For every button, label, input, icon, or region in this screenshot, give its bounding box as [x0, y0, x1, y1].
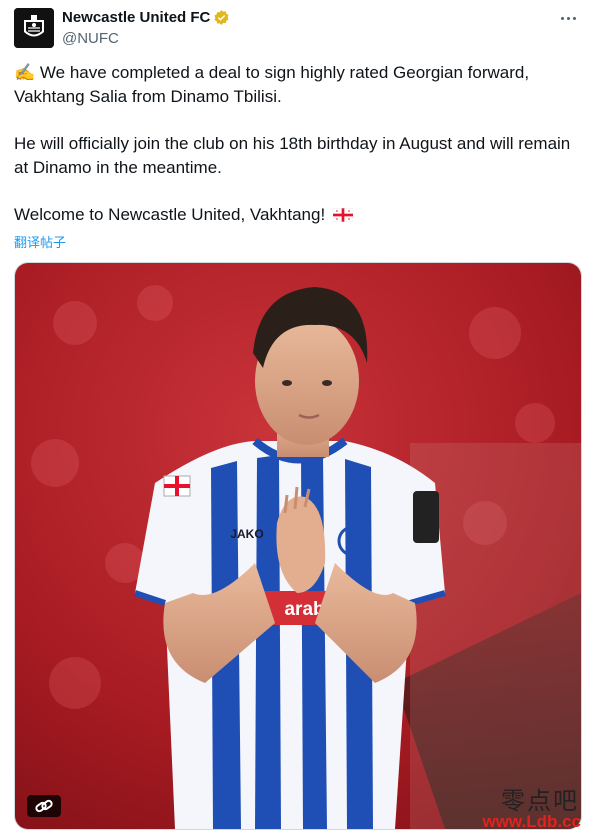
player-photo: arabet JAKO [15, 263, 581, 829]
translate-post-link[interactable]: 翻译帖子 [14, 232, 66, 251]
tweet-paragraph-3-text: Welcome to Newcastle United, Vakhtang! [14, 205, 326, 224]
tweet-header: Newcastle United FC @NUFC [14, 7, 579, 49]
tweet-text: ✍️ We have completed a deal to sign high… [14, 61, 574, 227]
tweet-paragraph-1: ✍️ We have completed a deal to sign high… [14, 61, 574, 109]
account-handle[interactable]: @NUFC [62, 30, 119, 47]
georgia-flag-icon [332, 208, 353, 222]
watermark-chinese-text: 零点吧 [501, 787, 579, 815]
link-icon[interactable] [27, 795, 61, 817]
nufc-crest-icon [14, 8, 54, 48]
verified-badge-icon [214, 10, 229, 25]
display-name[interactable]: Newcastle United FC [62, 9, 210, 26]
more-horizontal-icon[interactable] [559, 9, 579, 27]
tweet-paragraph-2: He will officially join the club on his … [14, 134, 571, 177]
tweet-paragraph-3: Welcome to Newcastle United, Vakhtang! [14, 203, 574, 227]
tweet-paragraph-1-text: We have completed a deal to sign highly … [14, 63, 530, 106]
writing-hand-emoji: ✍️ [14, 63, 36, 82]
tweet-media-photo[interactable]: arabet JAKO [14, 262, 582, 830]
name-row: Newcastle United FC [62, 9, 230, 26]
watermark-url: www.Ldb.cc [482, 812, 581, 831]
avatar[interactable] [14, 8, 54, 48]
shirt-brand: JAKO [230, 527, 263, 541]
